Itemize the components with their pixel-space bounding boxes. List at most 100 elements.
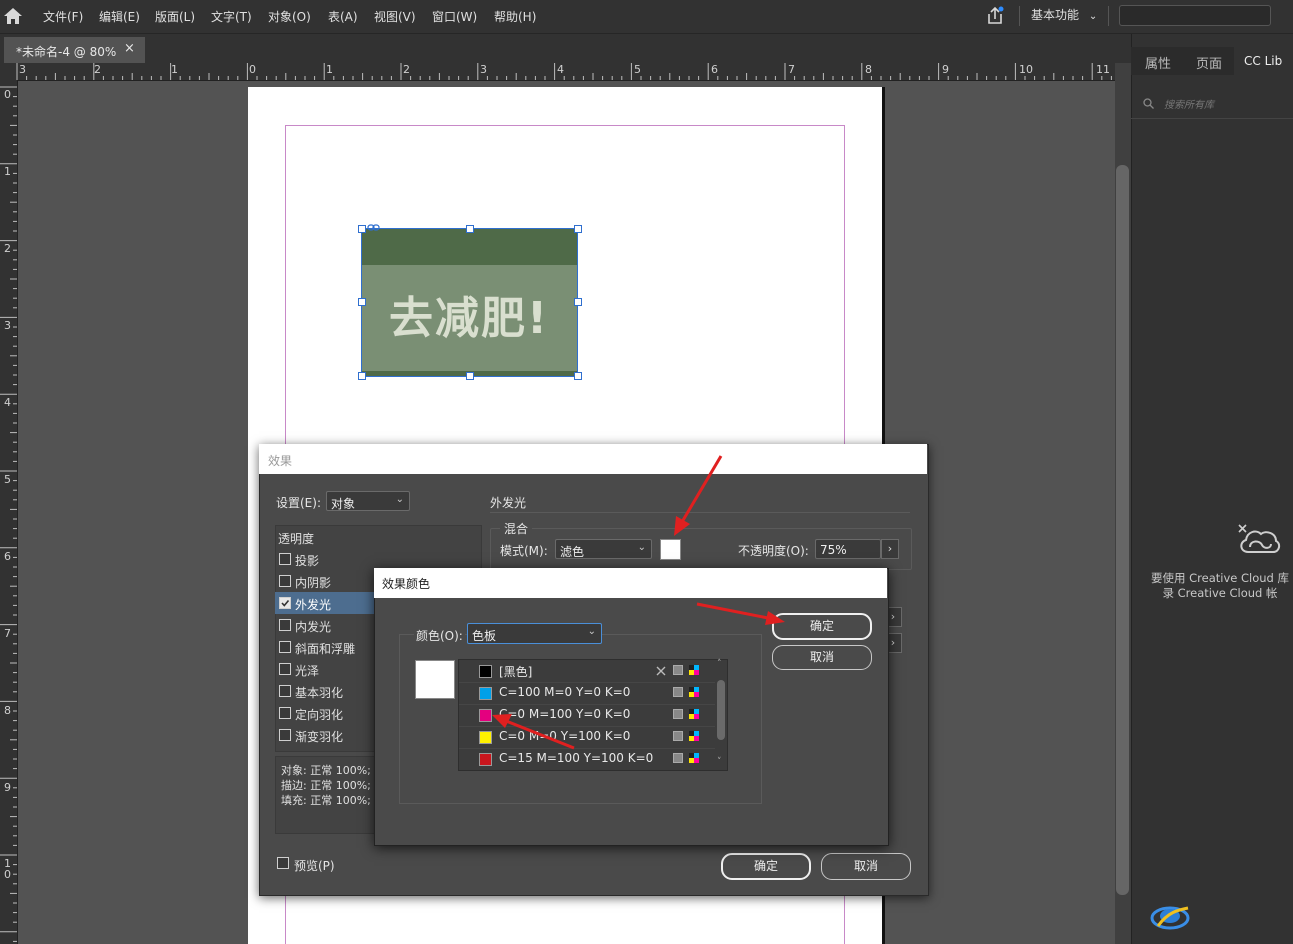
effect-color-cancel-button[interactable]: 取消	[772, 645, 872, 670]
effect-label[interactable]: 基本羽化	[295, 684, 343, 701]
menu-help[interactable]: 帮助(H)	[494, 8, 536, 25]
ruler-label: 4	[557, 63, 564, 76]
blend-legend: 混合	[500, 520, 533, 537]
effect-label[interactable]: 光泽	[295, 662, 319, 679]
resize-handle[interactable]	[466, 372, 474, 380]
effect-label[interactable]: 外发光	[295, 596, 331, 613]
menu-file[interactable]: 文件(F)	[43, 8, 83, 25]
swatch-row[interactable]: C=15 M=100 Y=100 K=0	[459, 748, 715, 770]
tab-pages[interactable]: 页面	[1196, 53, 1222, 72]
ruler-label: 2	[94, 63, 101, 76]
resize-handle[interactable]	[574, 225, 582, 233]
mode-dropdown[interactable]: 滤色 ⌄	[555, 539, 652, 559]
menu-window[interactable]: 窗口(W)	[432, 8, 477, 25]
effects-cancel-button[interactable]: 取消	[821, 853, 911, 880]
menu-type[interactable]: 文字(T)	[211, 8, 252, 25]
home-icon[interactable]	[2, 6, 24, 26]
link-icon[interactable]	[367, 223, 381, 232]
swatch-row[interactable]: C=100 M=0 Y=0 K=0	[459, 682, 715, 705]
effect-color-titlebar[interactable]	[374, 568, 887, 598]
menu-object[interactable]: 对象(O)	[268, 8, 311, 25]
ruler-label: 7	[4, 627, 11, 640]
resize-handle[interactable]	[358, 298, 366, 306]
document-tab[interactable]: *未命名-4 @ 80% ×	[4, 37, 145, 63]
color-source-dropdown[interactable]: 色板 ⌄	[467, 623, 602, 644]
selection-frame[interactable]	[361, 228, 578, 377]
effect-label[interactable]: 投影	[295, 552, 319, 569]
menu-edit[interactable]: 编辑(E)	[99, 8, 140, 25]
ruler-label: 8	[865, 63, 872, 76]
scrollbar-thumb[interactable]	[1116, 165, 1129, 895]
cmyk-icon	[689, 665, 699, 675]
effects-ok-button[interactable]: 确定	[721, 853, 811, 880]
resize-handle[interactable]	[358, 372, 366, 380]
scroll-up-icon[interactable]: ˄	[717, 659, 722, 669]
checkbox-satin[interactable]	[279, 663, 291, 675]
resize-handle[interactable]	[466, 225, 474, 233]
tab-properties[interactable]: 属性	[1145, 53, 1171, 72]
checkbox-basic-feather[interactable]	[279, 685, 291, 697]
horizontal-ruler[interactable]: 3 2 1 0 1 2 3 4 5 6 7 8 9 10 11	[0, 63, 1115, 81]
checkbox-inner-glow[interactable]	[279, 619, 291, 631]
swatch-row[interactable]: C=0 M=0 Y=100 K=0	[459, 726, 715, 749]
effect-label[interactable]: 内发光	[295, 618, 331, 635]
vertical-ruler[interactable]: 0 1 2 3 4 5 6 7 8 9 1 0	[0, 80, 18, 944]
library-search-input[interactable]: 搜索所有库	[1131, 88, 1293, 119]
tab-cc-libraries-label[interactable]: CC Lib	[1244, 54, 1282, 68]
color-preview	[415, 660, 455, 699]
effect-label[interactable]: 定向羽化	[295, 706, 343, 723]
glow-color-swatch[interactable]	[660, 539, 681, 560]
effect-color-ok-button[interactable]: 确定	[772, 613, 872, 640]
help-search-input[interactable]	[1119, 5, 1271, 26]
preview-checkbox[interactable]	[277, 857, 289, 869]
preview-label[interactable]: 预览(P)	[294, 857, 335, 874]
swatch-row[interactable]: C=0 M=100 Y=0 K=0	[459, 704, 715, 727]
transparency-item[interactable]: 透明度	[278, 530, 314, 547]
effect-label[interactable]: 渐变羽化	[295, 728, 343, 745]
mode-label: 模式(M):	[500, 544, 548, 558]
workspace-switcher[interactable]: 基本功能 ⌄	[1031, 6, 1097, 23]
resize-handle[interactable]	[358, 225, 366, 233]
settings-dropdown[interactable]: 对象 ⌄	[326, 491, 410, 511]
ruler-label: 1	[326, 63, 333, 76]
checkbox-inner-shadow[interactable]	[279, 575, 291, 587]
opacity-input[interactable]: 75%	[815, 539, 881, 559]
close-icon[interactable]: ×	[124, 41, 135, 56]
effect-label[interactable]: 斜面和浮雕	[295, 640, 355, 657]
scroll-down-icon[interactable]: ˅	[717, 757, 722, 767]
checkbox-bevel-emboss[interactable]	[279, 641, 291, 653]
checkbox-gradient-feather[interactable]	[279, 729, 291, 741]
section-title: 外发光	[490, 496, 527, 510]
swatch-scrollbar-thumb[interactable]	[717, 680, 725, 740]
resize-handle[interactable]	[574, 372, 582, 380]
swatch-row[interactable]: [黑色]	[459, 660, 715, 683]
process-color-icon	[673, 753, 683, 763]
ruler-label: 1 0	[4, 857, 11, 881]
cc-message-line: 录 Creative Cloud 帐	[1162, 586, 1278, 600]
cmyk-icon	[689, 731, 699, 741]
document-tab-label: *未命名-4 @ 80%	[16, 45, 117, 59]
effects-dialog-titlebar[interactable]	[259, 444, 927, 474]
checkbox-drop-shadow[interactable]	[279, 553, 291, 565]
cmyk-icon	[689, 709, 699, 719]
swatch-chip	[479, 731, 492, 744]
ruler-label: 6	[4, 550, 11, 563]
menu-table[interactable]: 表(A)	[328, 8, 358, 25]
chevron-down-icon: ⌄	[587, 626, 596, 637]
checkbox-directional-feather[interactable]	[279, 707, 291, 719]
menu-layout[interactable]: 版面(L)	[155, 8, 195, 25]
effect-label[interactable]: 内阴影	[295, 574, 331, 591]
menu-separator	[1019, 6, 1020, 26]
menu-view[interactable]: 视图(V)	[374, 8, 416, 25]
checkbox-outer-glow-checked[interactable]	[279, 597, 291, 609]
cc-signin-message: 要使用 Creative Cloud 库 录 Creative Cloud 帐	[1140, 571, 1293, 601]
ruler-label: 3	[19, 63, 26, 76]
share-icon[interactable]	[985, 6, 1005, 26]
effects-dialog-title: 效果	[268, 454, 293, 468]
process-color-icon	[673, 687, 683, 697]
swatch-chip	[479, 709, 492, 722]
opacity-slider-button[interactable]: ›	[881, 539, 899, 559]
resize-handle[interactable]	[574, 298, 582, 306]
ruler-label: 3	[4, 319, 11, 332]
ruler-label: 9	[4, 781, 11, 794]
